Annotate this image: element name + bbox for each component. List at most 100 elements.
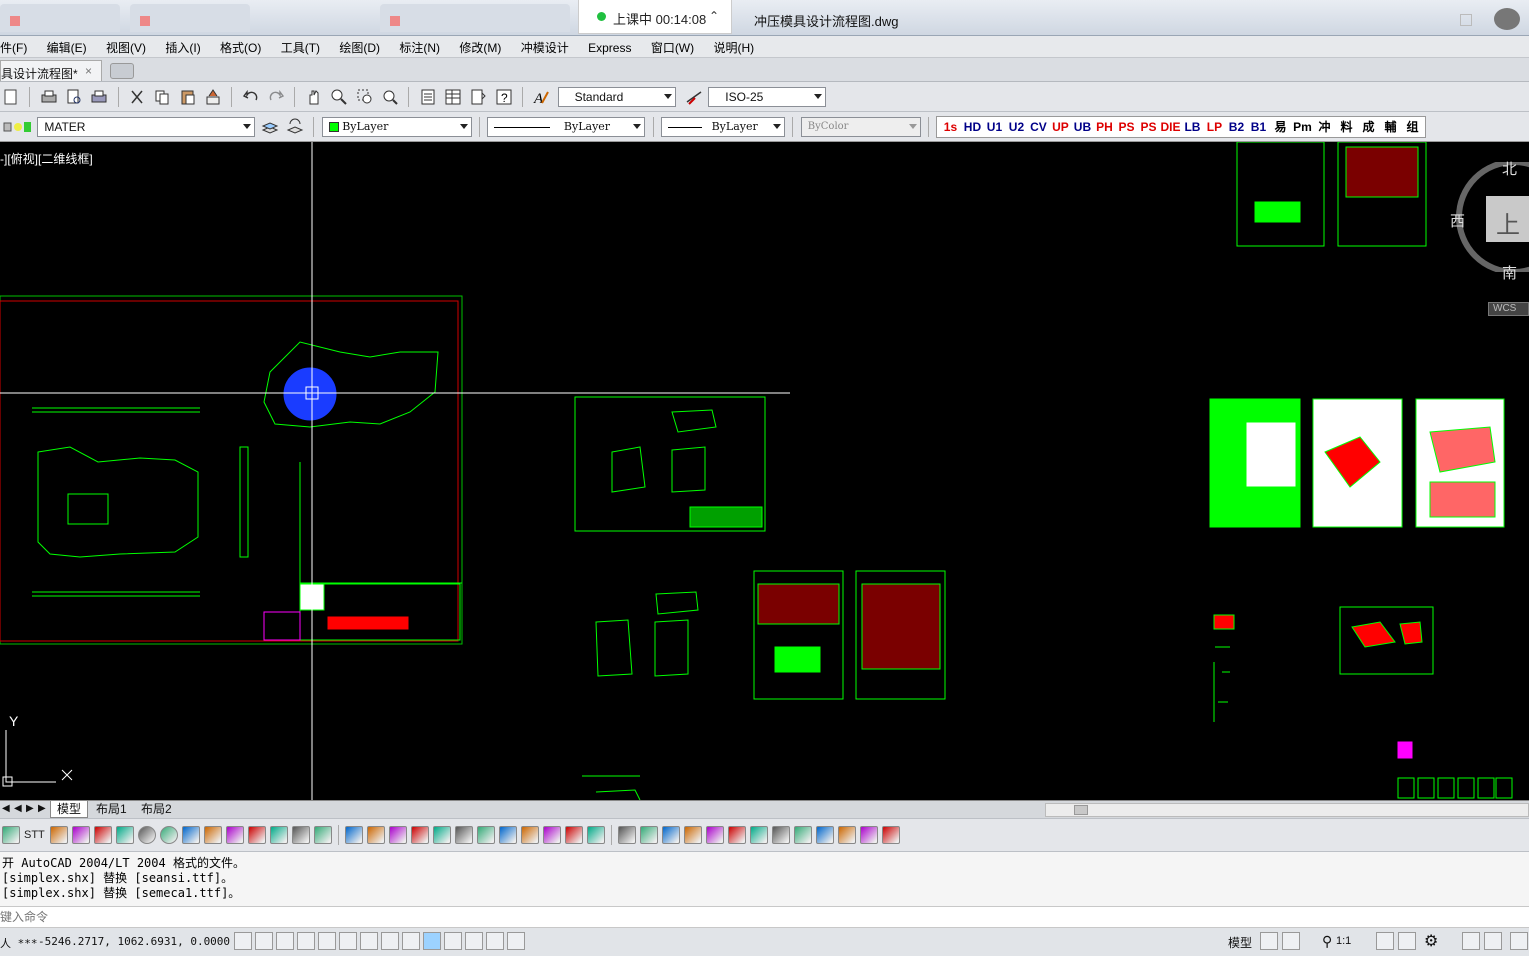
custom-command-button[interactable]: U2 (1005, 118, 1027, 136)
group-icon[interactable] (248, 826, 266, 844)
stt-button[interactable]: STT (24, 826, 46, 844)
custom-command-button[interactable]: UP (1049, 118, 1071, 136)
minimize-button[interactable] (1460, 14, 1472, 26)
tool-palettes-icon[interactable] (469, 88, 487, 106)
stretch-icon[interactable] (543, 826, 561, 844)
snap-mode-icon[interactable] (255, 932, 273, 950)
quick-properties-icon[interactable] (486, 932, 504, 950)
extrude-icon[interactable] (345, 826, 363, 844)
layer-tool-icon[interactable] (2, 826, 20, 844)
table-icon[interactable] (270, 826, 288, 844)
document-tab[interactable]: 具设计流程图* × (0, 60, 102, 81)
viewcube-south[interactable]: 南 (1502, 262, 1517, 283)
layer-dropdown[interactable]: MATER (37, 117, 256, 137)
add-icon[interactable] (882, 826, 900, 844)
browser-tab-1[interactable] (0, 4, 120, 32)
custom-command-button[interactable]: 輔 (1379, 118, 1401, 136)
scrollbar-thumb[interactable] (1074, 805, 1088, 815)
menu-dimension[interactable]: 标注(N) (391, 36, 448, 56)
3d-osnap-icon[interactable] (360, 932, 378, 950)
browser-tab-2[interactable] (130, 4, 250, 32)
revolve-icon[interactable] (367, 826, 385, 844)
new-tab-button[interactable] (110, 63, 134, 79)
selection-cycling-icon[interactable] (507, 932, 525, 950)
custom-command-button[interactable]: UB (1071, 118, 1093, 136)
sweep-icon[interactable] (389, 826, 407, 844)
copy-icon[interactable] (153, 88, 171, 106)
custom-command-button[interactable]: CV (1027, 118, 1049, 136)
dimension-icon[interactable] (94, 826, 112, 844)
lock-icon[interactable] (1462, 932, 1480, 950)
massprop-icon[interactable] (728, 826, 746, 844)
horizontal-scrollbar[interactable] (1045, 803, 1529, 817)
custom-command-button[interactable]: B1 (1247, 118, 1269, 136)
distance-icon[interactable] (618, 826, 636, 844)
id-point-icon[interactable] (684, 826, 702, 844)
tab-model[interactable]: 模型 (50, 801, 89, 818)
workspace-gear-icon[interactable]: ⚙ (1424, 931, 1438, 951)
custom-command-button[interactable]: 1s (939, 118, 961, 136)
custom-command-button[interactable]: PH (1093, 118, 1115, 136)
scale-icon[interactable] (565, 826, 583, 844)
custom-command-button[interactable]: B2 (1225, 118, 1247, 136)
custom-command-button[interactable]: 组 (1401, 118, 1423, 136)
text-style-dropdown[interactable]: Standard (557, 87, 676, 107)
color-dropdown[interactable]: ByLayer (321, 117, 472, 137)
arc-icon[interactable] (226, 826, 244, 844)
polar-tracking-icon[interactable] (318, 932, 336, 950)
list-icon[interactable] (662, 826, 680, 844)
menu-format[interactable]: 格式(O) (212, 36, 269, 56)
menu-edit[interactable]: 编辑(E) (39, 36, 95, 56)
object-snap-tracking-icon[interactable] (381, 932, 399, 950)
zoom-realtime-icon[interactable] (330, 88, 348, 106)
trim-icon[interactable] (587, 826, 605, 844)
first-layout-icon[interactable]: ◀ (2, 803, 10, 814)
menu-die-design[interactable]: 冲模设计 (513, 36, 577, 56)
quick-view-drawings-icon[interactable] (1282, 932, 1300, 950)
ortho-mode-icon[interactable] (297, 932, 315, 950)
custom-command-button[interactable]: 易 (1269, 118, 1291, 136)
custom-command-button[interactable]: Pm (1291, 118, 1313, 136)
linetype-dropdown[interactable]: ByLayer (487, 117, 646, 137)
drawing-canvas[interactable]: -][俯视][二维线框] Y 北 西 南 上 WCS (0, 142, 1529, 800)
properties-icon[interactable] (419, 88, 437, 106)
fillet-icon[interactable] (411, 826, 429, 844)
prev-layout-icon[interactable]: ◀ (14, 803, 22, 814)
point-icon[interactable] (182, 826, 200, 844)
make-current-layer-icon[interactable] (261, 118, 279, 136)
menu-modify[interactable]: 修改(M) (451, 36, 509, 56)
viewcube[interactable]: 北 西 南 上 (1450, 161, 1529, 282)
command-line[interactable] (0, 906, 1529, 928)
menu-help[interactable]: 说明(H) (705, 36, 762, 56)
clean-screen-icon[interactable] (1510, 932, 1528, 950)
auto-scale-icon[interactable] (1398, 932, 1416, 950)
viewcube-west[interactable]: 西 (1450, 210, 1465, 231)
revcloud-icon[interactable] (794, 826, 812, 844)
quickcalc-icon[interactable] (838, 826, 856, 844)
xref-icon[interactable] (860, 826, 878, 844)
custom-command-button[interactable]: LB (1181, 118, 1203, 136)
hatch-icon[interactable] (50, 826, 68, 844)
attedit-icon[interactable] (816, 826, 834, 844)
next-layout-icon[interactable]: ▶ (26, 803, 34, 814)
help-icon[interactable]: ? (495, 88, 513, 106)
coordinate-readout[interactable]: -5246.2717, 1062.6931, 0.0000 (38, 935, 230, 948)
custom-command-button[interactable]: PS (1115, 118, 1137, 136)
avatar[interactable] (1494, 8, 1520, 30)
menu-window[interactable]: 窗口(W) (643, 36, 702, 56)
annotation-visibility-icon[interactable] (1376, 932, 1394, 950)
draworder-icon[interactable] (750, 826, 768, 844)
undo-icon[interactable] (242, 88, 260, 106)
menu-view[interactable]: 视图(V) (98, 36, 154, 56)
annotation-scale-icon[interactable]: ⚲ (1322, 933, 1332, 950)
print-preview-icon[interactable] (65, 88, 83, 106)
layer-previous-icon[interactable] (286, 118, 304, 136)
quick-view-layouts-icon[interactable] (1260, 932, 1278, 950)
array-icon[interactable] (499, 826, 517, 844)
print-icon[interactable] (72, 826, 90, 844)
menu-insert[interactable]: 插入(I) (157, 36, 208, 56)
live-status-pill[interactable]: 上课中 00:14:08 ⌃ (578, 0, 732, 34)
model-space-label[interactable]: 模型 (1228, 934, 1252, 951)
viewcube-face-top[interactable]: 上 (1486, 196, 1529, 242)
command-input[interactable] (0, 908, 1520, 926)
